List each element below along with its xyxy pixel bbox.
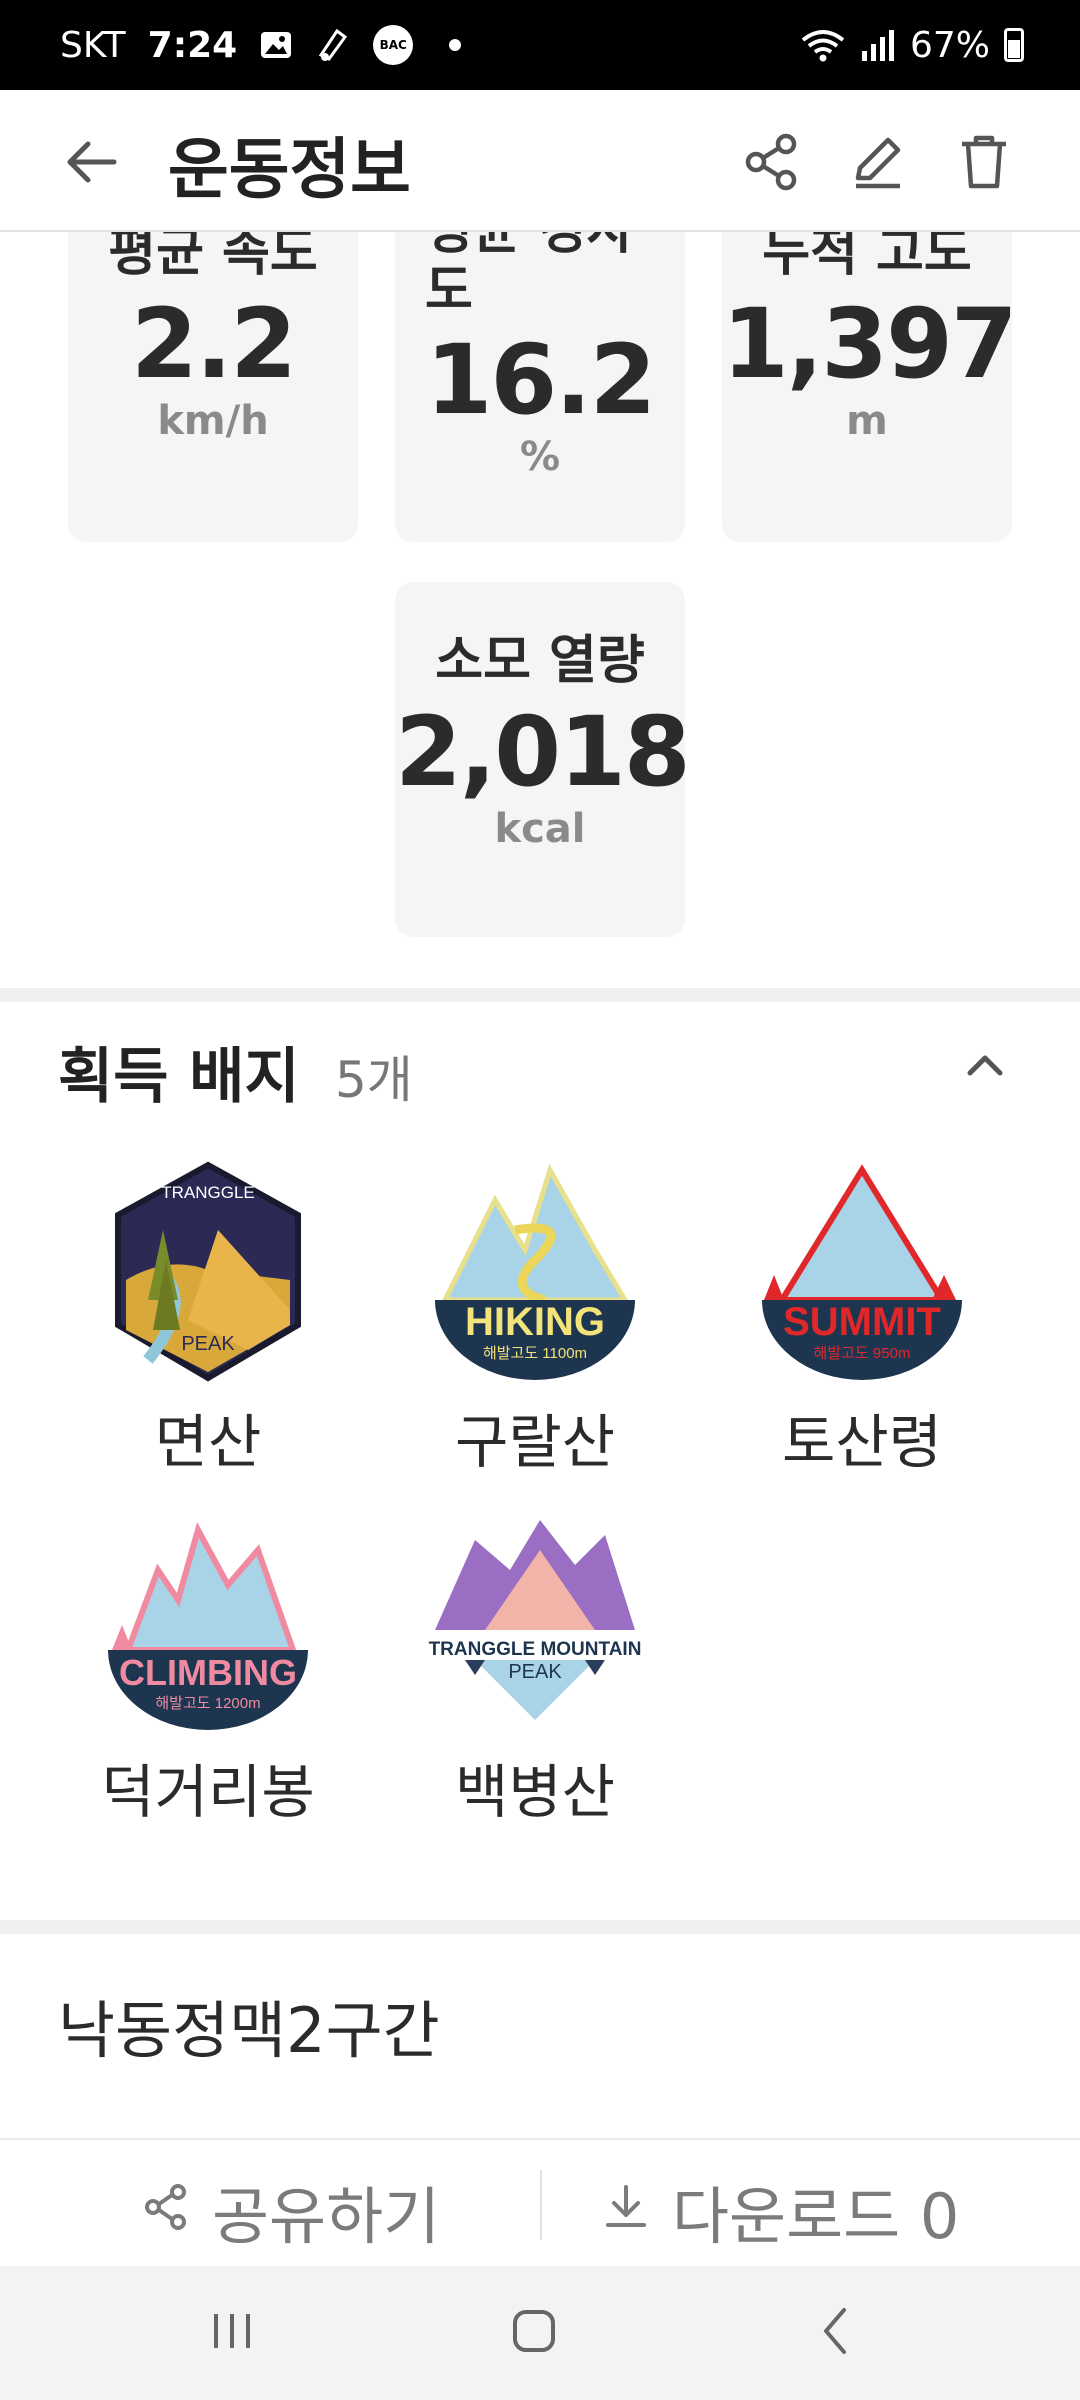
share-icon[interactable] xyxy=(740,130,804,194)
badge-art-top: SUMMIT xyxy=(783,1300,941,1344)
signal-icon xyxy=(860,27,896,63)
badges-title: 획득 배지 xyxy=(58,1042,300,1112)
wifi-icon xyxy=(800,27,846,63)
badge-item[interactable]: TRANGGLE MOUNTAIN PEAK 백병산 xyxy=(385,1510,685,1829)
badge-name: 백병산 xyxy=(454,1758,616,1826)
share-label: 공유하기 xyxy=(212,2180,441,2253)
gallery-icon xyxy=(259,28,293,62)
trash-icon[interactable] xyxy=(952,130,1016,194)
badge-art-bottom: PEAK xyxy=(508,1661,562,1683)
badge-art-top: HIKING xyxy=(465,1300,605,1344)
shoe-icon xyxy=(315,27,351,63)
system-nav-bar xyxy=(0,2266,1080,2400)
badge-item[interactable]: TRANGGLE PEAK 면산 xyxy=(58,1160,358,1479)
battery-percent: 67% xyxy=(909,24,990,66)
stat-label: 소모 열량 xyxy=(435,631,645,691)
battery-icon xyxy=(1004,28,1024,62)
route-name: 낙동정맥2구간 xyxy=(58,1994,440,2067)
badge-climbing-icon: CLIMBING 해발고도 1200m xyxy=(108,1522,308,1730)
carrier-label: SKT xyxy=(60,24,126,66)
badge-name: 토산령 xyxy=(781,1408,943,1476)
download-button[interactable]: 다운로드 0 xyxy=(600,2166,959,2256)
stats-grid: 평균 속도 2.2 km/h 평균 경사도 16.2 % 누적 고도 1,397… xyxy=(0,232,1080,987)
stat-label: 평균 속도 xyxy=(108,232,318,283)
download-label: 다운로드 0 xyxy=(672,2180,960,2253)
bottom-action-bar: 공유하기 다운로드 0 xyxy=(0,2138,1080,2266)
badge-art-top: TRANGGLE MOUNTAIN xyxy=(429,1639,642,1660)
badge-tranggle-peak-icon: TRANGGLE PEAK xyxy=(115,1161,301,1382)
badge-art-top: TRANGGLE xyxy=(161,1183,255,1202)
stat-card-calories: 소모 열량 2,018 kcal xyxy=(395,582,691,937)
badge-name: 면산 xyxy=(154,1408,262,1476)
badge-name: 덕거리봉 xyxy=(101,1758,315,1826)
stat-card-avg-speed: 평균 속도 2.2 km/h xyxy=(68,232,358,542)
badge-art-bottom: PEAK xyxy=(181,1333,235,1355)
badge-art-bottom: 해발고도 950m xyxy=(814,1345,911,1362)
stat-unit: kcal xyxy=(494,805,586,852)
stat-unit: km/h xyxy=(157,397,269,444)
section-divider xyxy=(0,988,1080,1002)
stat-value: 16.2 xyxy=(425,323,657,436)
stat-value: 2,018 xyxy=(395,695,691,808)
edit-icon[interactable] xyxy=(846,130,910,194)
page-title: 운동정보 xyxy=(168,131,411,208)
badge-name: 구랄산 xyxy=(454,1408,616,1476)
badge-tranggle-mountain-icon: TRANGGLE MOUNTAIN PEAK xyxy=(429,1520,642,1720)
chevron-up-icon[interactable] xyxy=(950,1035,1020,1095)
recent-apps-icon[interactable] xyxy=(192,2296,272,2366)
badges-count: 5개 xyxy=(335,1051,413,1109)
action-divider xyxy=(540,2170,542,2240)
download-icon xyxy=(600,2175,652,2248)
nav-back-icon[interactable] xyxy=(796,2296,876,2366)
badge-art-top: CLIMBING xyxy=(119,1652,297,1693)
status-bar: SKT 7:24 BAC 67% xyxy=(0,0,1080,90)
bac-app-icon: BAC xyxy=(373,25,414,65)
share-button[interactable]: 공유하기 xyxy=(140,2166,440,2256)
badge-item[interactable]: SUMMIT 해발고도 950m 토산령 xyxy=(712,1160,1012,1479)
stat-label: 평균 경사도 xyxy=(425,232,634,321)
notification-dot-icon xyxy=(449,39,462,51)
stat-unit: m xyxy=(846,397,888,444)
share-icon xyxy=(140,2175,192,2248)
badge-hiking-icon: HIKING 해발고도 1100m xyxy=(435,1163,635,1380)
stat-card-total-ascent: 누적 고도 1,397 m xyxy=(722,232,1018,542)
stat-label: 누적 고도 xyxy=(762,232,972,283)
app-bar: 운동정보 xyxy=(0,90,1080,232)
stat-unit: % xyxy=(519,433,561,480)
section-divider xyxy=(0,1920,1080,1934)
badge-item[interactable]: HIKING 해발고도 1100m 구랄산 xyxy=(385,1160,685,1479)
home-icon[interactable] xyxy=(494,2296,574,2366)
badge-summit-icon: SUMMIT 해발고도 950m xyxy=(762,1164,962,1380)
stat-value: 2.2 xyxy=(130,287,297,400)
badge-art-bottom: 해발고도 1200m xyxy=(155,1695,260,1712)
stat-card-avg-slope: 평균 경사도 16.2 % xyxy=(395,232,685,542)
back-arrow-icon[interactable] xyxy=(60,130,124,194)
stat-value: 1,397 xyxy=(722,287,1018,400)
clock: 7:24 xyxy=(147,24,238,66)
badge-item[interactable]: CLIMBING 해발고도 1200m 덕거리봉 xyxy=(58,1510,358,1829)
badge-art-bottom: 해발고도 1100m xyxy=(483,1345,587,1362)
